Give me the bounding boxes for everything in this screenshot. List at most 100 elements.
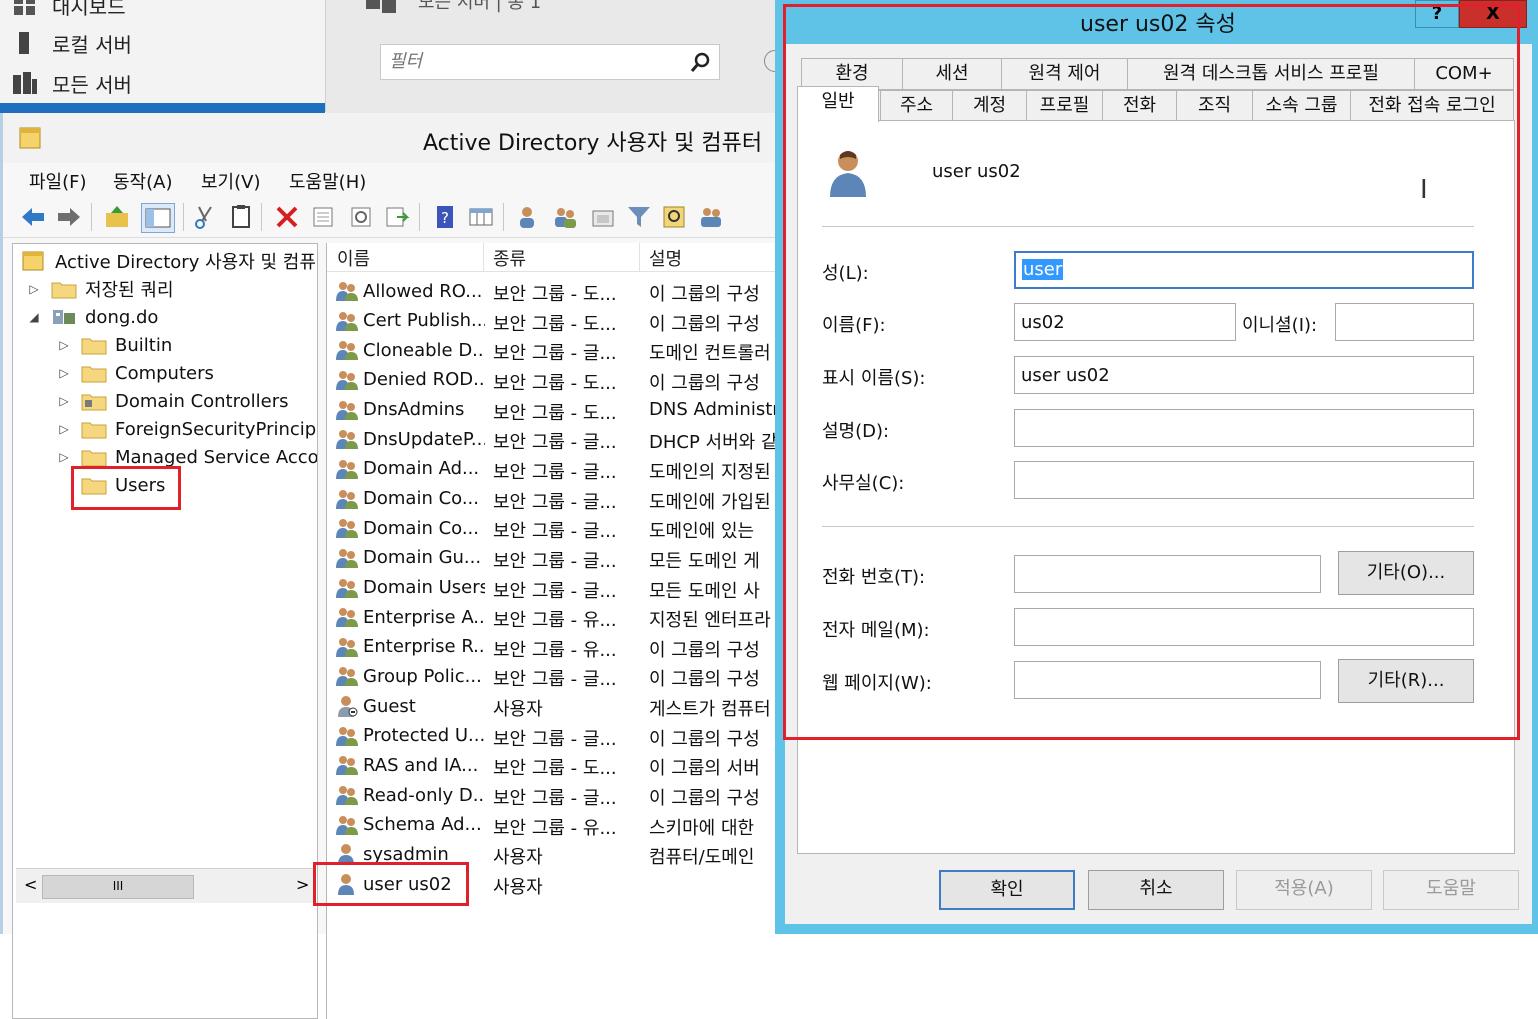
web-page-field[interactable] (1014, 661, 1321, 699)
table-row[interactable]: Guest 사용자 게스트가 컴퓨터 (327, 692, 778, 721)
other-web-button[interactable]: 기타(R)... (1338, 659, 1474, 703)
tree-managed-service-accounts[interactable]: ▷ Managed Service Accounts (57, 444, 317, 470)
nav-dashboard[interactable]: 대시보드 (12, 0, 126, 20)
web-page-input[interactable] (1015, 662, 1320, 698)
menu-view[interactable]: 보기(V) (201, 168, 260, 194)
description-input[interactable] (1015, 410, 1473, 446)
table-row[interactable]: Domain Co... 보안 그룹 - 글... 도메인에 가입된 (327, 485, 778, 514)
filter-input[interactable] (381, 45, 687, 77)
scroll-left-icon[interactable]: < (24, 875, 37, 894)
table-row[interactable]: DnsUpdateP... 보안 그룹 - 글... DHCP 서버와 같 (327, 425, 778, 454)
show-console-tree-icon[interactable] (141, 203, 175, 233)
collapse-arrow-icon[interactable]: ◢ (27, 310, 41, 324)
tab-sessions[interactable]: 세션 (902, 58, 1002, 90)
filter-icon[interactable] (625, 203, 653, 231)
help-button[interactable]: 도움말 (1383, 870, 1519, 910)
expand-arrow-icon[interactable]: ▷ (57, 366, 71, 380)
initials-field[interactable] (1335, 303, 1474, 341)
table-row[interactable]: Domain Ad... 보안 그룹 - 글... 도메인의 지정된 (327, 455, 778, 484)
display-name-input[interactable] (1015, 357, 1473, 393)
table-row[interactable]: RAS and IA... 보안 그룹 - 도... 이 그룹의 서버 (327, 751, 778, 780)
tree-computers[interactable]: ▷ Computers (57, 360, 213, 386)
table-row[interactable]: Domain Gu... 보안 그룹 - 글... 모든 도메인 게 (327, 544, 778, 573)
add-to-group-icon[interactable] (697, 203, 725, 231)
tab-remote-control[interactable]: 원격 제어 (1001, 58, 1128, 90)
table-row[interactable]: Domain Co... 보안 그룹 - 글... 도메인에 있는 (327, 514, 778, 543)
table-row[interactable]: Domain Users 보안 그룹 - 글... 모든 도메인 사 (327, 574, 778, 603)
phone-input[interactable] (1015, 556, 1320, 592)
tab-rds-profile[interactable]: 원격 데스크톱 서비스 프로필 (1127, 58, 1415, 90)
column-description[interactable]: 설명 (649, 245, 682, 271)
tab-com-plus[interactable]: COM+ (1414, 58, 1514, 90)
other-phone-button[interactable]: 기타(O)... (1338, 551, 1474, 595)
tree-root[interactable]: Active Directory 사용자 및 컴퓨터 (21, 248, 317, 274)
expand-arrow-icon[interactable]: ▷ (57, 338, 71, 352)
table-row[interactable]: Cloneable D... 보안 그룹 - 글... 도메인 컨트롤러 (327, 336, 778, 365)
title-help-button[interactable]: ? (1415, 0, 1459, 28)
expand-arrow-icon[interactable]: ▷ (57, 450, 71, 464)
aduc-titlebar[interactable]: Active Directory 사용자 및 컴퓨터 (3, 113, 778, 163)
apply-button[interactable]: 적용(A) (1236, 870, 1372, 910)
scroll-right-icon[interactable]: > (296, 875, 309, 894)
expand-arrow-icon[interactable]: ▷ (57, 394, 71, 408)
cancel-button[interactable]: 취소 (1088, 870, 1224, 910)
dialog-titlebar[interactable]: user us02 속성 ? X (775, 0, 1538, 44)
help-book-icon[interactable]: ? (431, 203, 459, 231)
new-ou-icon[interactable] (589, 203, 617, 231)
table-row[interactable]: Group Polic... 보안 그룹 - 글... 이 그룹의 구성 (327, 662, 778, 691)
cut-icon[interactable] (191, 203, 219, 231)
phone-field[interactable] (1014, 555, 1321, 593)
menu-help[interactable]: 도움말(H) (289, 168, 366, 194)
properties-icon[interactable] (309, 203, 337, 231)
columns-icon[interactable] (467, 203, 495, 231)
tab-organization[interactable]: 조직 (1176, 90, 1253, 122)
first-name-input[interactable] (1015, 304, 1235, 340)
tab-member-of[interactable]: 소속 그룹 (1252, 90, 1351, 122)
table-row[interactable]: Denied ROD... 보안 그룹 - 도... 이 그룹의 구성 (327, 366, 778, 395)
email-field[interactable] (1014, 608, 1474, 646)
expand-arrow-icon[interactable]: ▷ (57, 422, 71, 436)
nav-local-server[interactable]: 로컬 서버 (12, 28, 132, 58)
table-row[interactable]: Cert Publish... 보안 그룹 - 도... 이 그룹의 구성 (327, 307, 778, 336)
tab-general[interactable]: 일반 (797, 86, 879, 122)
scroll-thumb[interactable]: III (42, 875, 194, 899)
tab-telephones[interactable]: 전화 (1102, 90, 1177, 122)
table-row[interactable]: Schema Ad... 보안 그룹 - 유... 스키마에 대한 (327, 811, 778, 840)
table-row[interactable]: Protected U... 보안 그룹 - 글... 이 그룹의 구성 (327, 722, 778, 751)
tree-domain-controllers[interactable]: ▷ Domain Controllers (57, 388, 288, 414)
last-name-field[interactable]: user (1014, 251, 1474, 289)
email-input[interactable] (1015, 609, 1473, 645)
tree-builtin[interactable]: ▷ Builtin (57, 332, 172, 358)
ok-button[interactable]: 확인 (939, 870, 1075, 910)
table-row[interactable]: DnsAdmins 보안 그룹 - 도... DNS Administr (327, 396, 778, 425)
last-name-selected-text[interactable]: user (1022, 259, 1064, 280)
filter-box[interactable] (380, 44, 720, 80)
tree-foreign-security-principals[interactable]: ▷ ForeignSecurityPrincipals (57, 416, 317, 442)
back-icon[interactable] (19, 203, 47, 231)
tab-account[interactable]: 계정 (952, 90, 1027, 122)
expand-arrow-icon[interactable]: ▷ (27, 282, 41, 296)
menu-file[interactable]: 파일(F) (29, 168, 87, 194)
tree-users[interactable]: Users (81, 472, 165, 498)
column-type[interactable]: 종류 (493, 245, 526, 271)
table-row[interactable]: sysadmin 사용자 컴퓨터/도메인 (327, 840, 778, 869)
title-close-button[interactable]: X (1459, 0, 1527, 28)
initials-input[interactable] (1336, 304, 1473, 340)
display-name-field[interactable] (1014, 356, 1474, 394)
table-row[interactable]: Read-only D... 보안 그룹 - 글... 이 그룹의 구성 (327, 781, 778, 810)
table-row[interactable]: Enterprise A... 보안 그룹 - 유... 지정된 엔터프라 (327, 603, 778, 632)
table-row[interactable]: Allowed RO... 보안 그룹 - 도... 이 그룹의 구성 (327, 277, 778, 306)
export-list-icon[interactable] (383, 203, 411, 231)
nav-all-servers[interactable]: 모든 서버 (12, 68, 132, 98)
find-icon[interactable] (661, 203, 689, 231)
office-field[interactable] (1014, 461, 1474, 499)
menu-action[interactable]: 동작(A) (113, 168, 172, 194)
table-row[interactable]: user us02 사용자 (327, 870, 778, 899)
table-row[interactable]: Enterprise R... 보안 그룹 - 유... 이 그룹의 구성 (327, 633, 778, 662)
new-group-icon[interactable] (551, 203, 579, 231)
new-user-icon[interactable] (513, 203, 541, 231)
tree-horizontal-scrollbar[interactable]: < III > (16, 868, 316, 903)
description-field[interactable] (1014, 409, 1474, 447)
up-folder-icon[interactable] (103, 203, 131, 231)
first-name-field[interactable] (1014, 303, 1236, 341)
